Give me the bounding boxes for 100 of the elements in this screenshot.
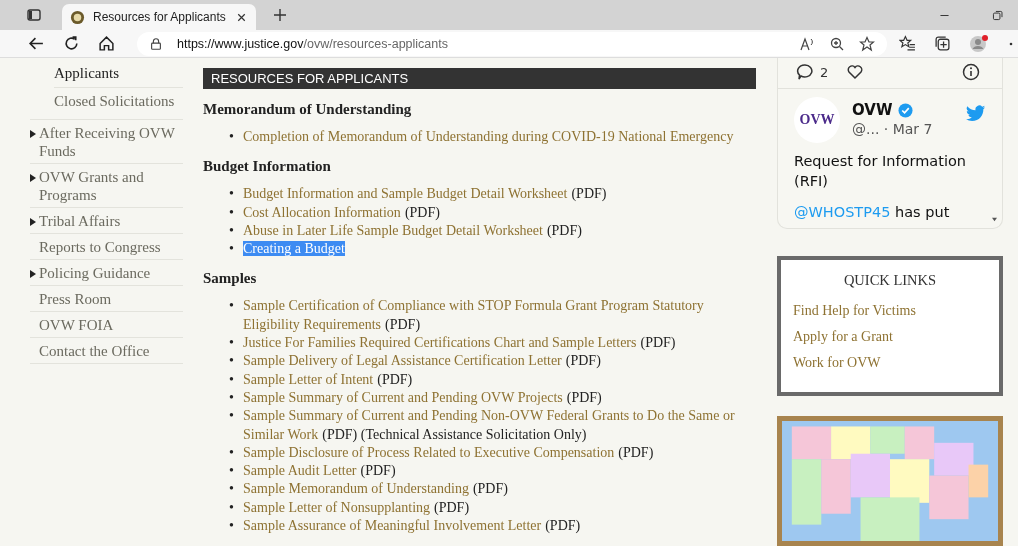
scroll-down-icon[interactable] (991, 217, 998, 222)
sidebar-link[interactable]: OVW FOIA (39, 316, 114, 334)
browser-tab[interactable]: Resources for Applicants (62, 4, 256, 30)
mention-link[interactable]: @WHOSTP45 (794, 204, 891, 220)
bird-icon[interactable] (966, 105, 986, 122)
author-name: OVW (852, 101, 893, 119)
expand-arrow-icon[interactable] (30, 270, 36, 278)
resource-link[interactable]: Abuse in Later Life Sample Budget Detail Worksheet (243, 222, 543, 238)
read-aloud-icon[interactable] (799, 35, 815, 52)
expand-arrow-icon[interactable] (30, 130, 36, 138)
tweet-text: Request for Information (RFI) (794, 152, 967, 191)
lock-icon (149, 36, 163, 51)
address-field[interactable]: https://www.justice.gov/ovw/resources-applicants (137, 31, 887, 56)
file-type-note: (PDF) (360, 463, 396, 479)
sidebar-subitem[interactable]: Closed Solicitations (54, 88, 183, 115)
favorites-icon[interactable] (899, 35, 916, 52)
bullet: • (229, 185, 235, 204)
section-heading: Samples (203, 270, 258, 288)
heart-icon[interactable] (846, 63, 865, 81)
sidebar-subitem[interactable]: Applicants (54, 60, 183, 88)
info-icon[interactable] (962, 63, 980, 81)
bullet: • (229, 480, 235, 499)
resource-link[interactable]: Sample Letter of Intent (243, 371, 374, 387)
reply-icon[interactable] (796, 63, 814, 81)
restore-icon[interactable] (991, 8, 1004, 22)
file-type-note: (PDF) (566, 389, 602, 405)
expand-arrow-icon[interactable] (30, 218, 36, 226)
sidebar-link[interactable]: Policing Guidance (39, 264, 151, 282)
resource-link[interactable]: Creating a Budget (243, 241, 345, 257)
add-favorite-icon[interactable] (859, 35, 875, 52)
section-heading: Memorandum of Understanding (203, 101, 413, 118)
zoom-icon[interactable] (829, 35, 845, 52)
file-type-note: (PDF) (565, 353, 601, 369)
resource-link[interactable]: Sample Audit Letter (243, 463, 357, 479)
refresh-icon[interactable] (63, 35, 80, 52)
resource-link[interactable]: Sample Disclosure of Process Related to Executive Compensation (243, 444, 615, 460)
resource-link[interactable]: Sample Certification of Compliance with STOP Formula Grant Program Statutory (243, 297, 704, 316)
back-icon[interactable] (28, 35, 45, 52)
sidebar-link[interactable]: Tribal Affairs (39, 212, 121, 230)
resource-link[interactable]: Sample Summary of Current and Pending Non-OVW Federal Grants to Do the Same or (243, 407, 735, 426)
bullet: • (229, 498, 235, 517)
resource-link[interactable]: Justice For Families Required Certifications Chart and Sample Letters (243, 335, 637, 351)
bullet: • (229, 462, 235, 481)
tweet-date[interactable]: · Mar 7 (883, 121, 933, 137)
resource-link[interactable]: Similar Work (243, 426, 319, 442)
bullet: • (229, 128, 235, 146)
bullet: • (229, 203, 235, 222)
file-type-note: (PDF) (640, 335, 676, 351)
resource-link[interactable]: Eligibility Requirements (243, 316, 382, 332)
resource-link[interactable]: Sample Memorandum of Understanding (243, 481, 469, 497)
resource-link[interactable]: Sample Letter of Nonsupplanting (243, 499, 431, 515)
resource-link[interactable]: Sample Summary of Current and Pending OVW Projects (243, 389, 563, 405)
resource-link[interactable]: Completion of Memorandum of Understanding during COVID-19 National Emergency (243, 129, 734, 144)
sidebar-link[interactable]: Press Room (39, 290, 112, 308)
sidebar-link[interactable]: Contact the Office (39, 342, 150, 360)
bullet: • (229, 407, 235, 426)
expand-arrow-icon[interactable] (30, 174, 36, 182)
bullet: • (229, 240, 235, 259)
sidebar-link[interactable]: After Receiving OVW Funds (39, 124, 183, 160)
file-type-note: (PDF) (Technical Assistance Solicitation Only) (322, 426, 587, 442)
file-type-note: (PDF) (472, 481, 508, 497)
seal-icon (70, 9, 85, 25)
quick-link[interactable]: Work for OVW (793, 355, 987, 371)
new-tab-icon[interactable] (272, 7, 288, 23)
resource-link[interactable]: Cost Allocation Information (243, 204, 401, 220)
resource-link[interactable]: Sample Assurance of Meaningful Involvement Letter (243, 518, 542, 534)
bullet: • (229, 517, 235, 536)
quick-link[interactable]: Apply for a Grant (793, 329, 987, 345)
bullet: • (229, 370, 235, 389)
file-type-note: (PDF) (385, 316, 421, 332)
map-placeholder[interactable] (777, 416, 1003, 546)
bullet: • (229, 388, 235, 407)
file-type-note: (PDF) (377, 371, 413, 387)
sidebar-link[interactable]: Reports to Congress (39, 238, 161, 256)
sidebar-toggle-icon[interactable] (26, 7, 42, 23)
verified-badge-icon (897, 102, 913, 118)
home-icon[interactable] (98, 35, 115, 52)
bullet: • (229, 443, 235, 462)
resource-link[interactable]: Sample Delivery of Legal Assistance Certification Letter (243, 353, 562, 369)
avatar-logo: OVW (794, 97, 840, 143)
profile-icon[interactable] (969, 33, 989, 54)
tweet-text-continued: has put (895, 204, 950, 220)
bullet: • (229, 352, 235, 371)
resource-link[interactable]: Budget Information and Sample Budget Detail Worksheet (243, 186, 568, 202)
file-type-note: (PDF) (404, 204, 440, 220)
reply-count: 2 (820, 64, 829, 80)
file-type-note: (PDF) (546, 222, 582, 238)
quick-links-title: QUICK LINKS (842, 272, 938, 289)
quick-link[interactable]: Find Help for Victims (793, 303, 987, 319)
bullet: • (229, 334, 235, 353)
handle[interactable]: @... (852, 121, 880, 137)
file-type-note: (PDF) (545, 518, 581, 534)
tab-title: Resources for Applicants (93, 10, 227, 24)
section-title-bar: RESOURCES FOR APPLICANTS (203, 68, 756, 89)
bullet: • (229, 221, 235, 240)
file-type-note: (PDF) (618, 444, 654, 460)
section-heading: Budget Information (203, 158, 332, 176)
collections-icon[interactable] (934, 35, 951, 52)
file-type-note: (PDF) (434, 499, 470, 515)
sidebar-link[interactable]: OVW Grants and Programs (39, 168, 183, 204)
